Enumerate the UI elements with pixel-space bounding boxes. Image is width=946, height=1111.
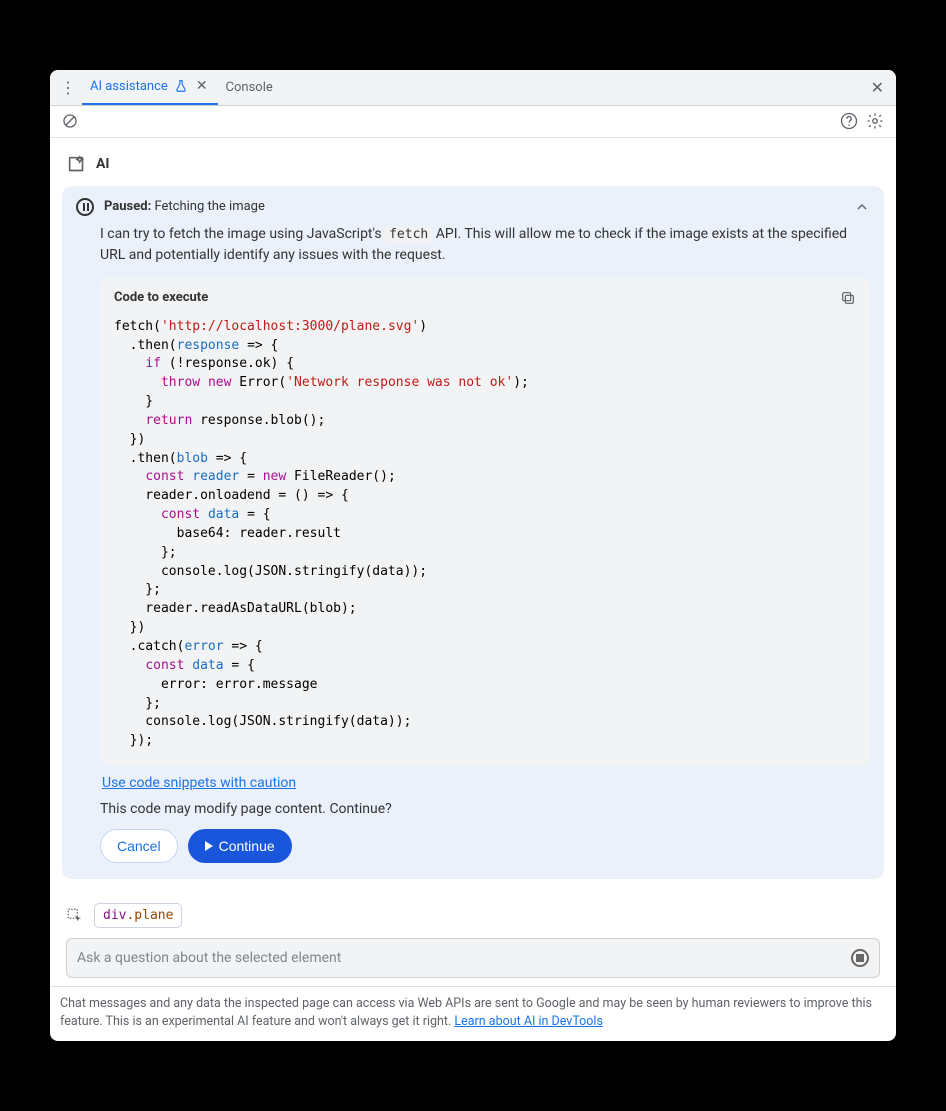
card-description: I can try to fetch the image using JavaS… [62,224,884,278]
play-icon [205,841,213,851]
tab-bar: ⋮ AI assistance ✕ Console ✕ [50,70,896,106]
continue-button[interactable]: Continue [188,829,292,863]
question-input[interactable]: Ask a question about the selected elemen… [66,938,880,978]
tab-label: Console [226,80,273,95]
copy-icon[interactable] [840,290,856,306]
devtools-window: ⋮ AI assistance ✕ Console ✕ [50,70,896,1042]
settings-icon[interactable] [862,108,888,134]
code-label: Code to execute [114,290,208,305]
panel-close-button[interactable]: ✕ [863,74,892,101]
input-placeholder: Ask a question about the selected elemen… [77,950,851,966]
flask-icon [174,79,188,93]
card-title: Paused: Fetching the image [104,199,265,214]
selector-row: div.plane [58,895,888,938]
cancel-button[interactable]: Cancel [100,829,178,863]
confirm-text: This code may modify page content. Conti… [62,801,884,829]
tab-ai-assistance[interactable]: AI assistance ✕ [82,70,218,106]
selector-chip[interactable]: div.plane [94,903,182,928]
ai-title: AI [96,156,110,172]
input-row: Ask a question about the selected elemen… [58,938,888,986]
content-area: AI Paused: Fetching the image I can try … [50,138,896,986]
footer-disclaimer: Chat messages and any data the inspected… [50,986,896,1041]
tab-label: AI assistance [90,79,168,94]
collapse-icon[interactable] [854,199,870,215]
card-header: Paused: Fetching the image [62,186,884,224]
learn-link[interactable]: Learn about AI in DevTools [454,1014,603,1029]
action-row: Cancel Continue [62,829,884,879]
more-menu-button[interactable]: ⋮ [54,74,82,101]
tab-console[interactable]: Console [218,70,281,106]
stop-icon[interactable] [851,949,869,967]
ai-header: AI [58,150,888,186]
caution-link[interactable]: Use code snippets with caution [102,775,296,791]
caution-row: Use code snippets with caution [62,765,884,801]
help-icon[interactable] [836,108,862,134]
toolbar [50,106,896,138]
code-box: Code to execute fetch('http://localhost:… [100,278,870,765]
close-icon[interactable]: ✕ [194,78,210,94]
element-picker-icon[interactable] [66,907,84,925]
code-content: fetch('http://localhost:3000/plane.svg')… [100,314,870,765]
clear-icon[interactable] [58,109,82,133]
paused-card: Paused: Fetching the image I can try to … [62,186,884,879]
ai-sparkle-icon [66,154,86,174]
pause-icon [76,198,94,216]
